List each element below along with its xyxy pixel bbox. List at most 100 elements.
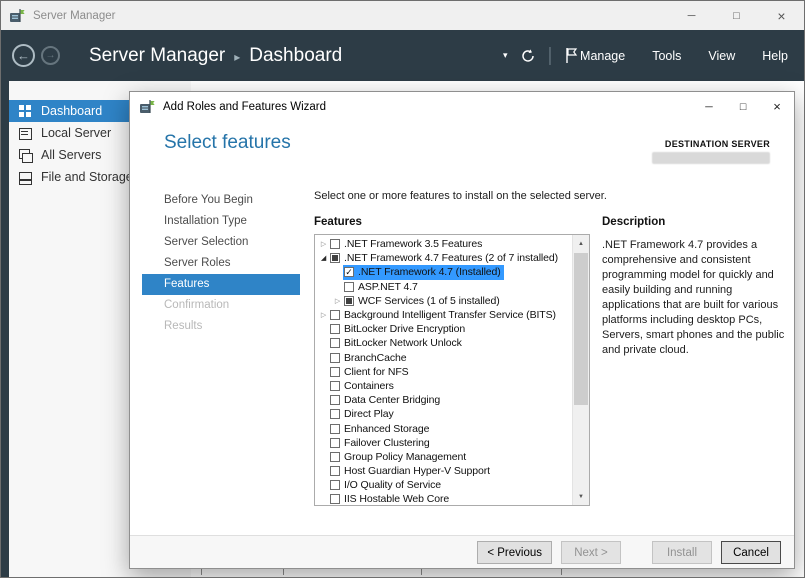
scrollbar-track[interactable]: ▲ ▼: [572, 235, 589, 505]
wizard-step-before-you-begin[interactable]: Before You Begin: [142, 190, 300, 211]
feature-row[interactable]: ▷WCF Services (1 of 5 installed): [315, 294, 572, 308]
feature-row[interactable]: ◢ .NET Framework 4.7 Features (2 of 7 ins…: [315, 251, 572, 265]
feature-checkbox[interactable]: ✓: [344, 267, 354, 277]
window-titlebar: Server Manager ─ □ ×: [1, 1, 804, 30]
feature-checkbox[interactable]: [330, 424, 340, 434]
tree-expander-icon[interactable]: ▷: [318, 240, 329, 248]
feature-checkbox[interactable]: [330, 494, 340, 504]
feature-row[interactable]: Failover Clustering: [315, 436, 572, 450]
feature-checkbox[interactable]: [330, 466, 340, 476]
back-icon: ←: [17, 48, 30, 63]
features-listbox[interactable]: ▷ .NET Framework 3.5 Features ◢ .NET Framew…: [314, 234, 590, 506]
feature-checkbox[interactable]: [330, 310, 340, 320]
feature-label: .NET Framework 3.5 Features: [344, 238, 482, 250]
feature-checkbox[interactable]: [330, 367, 340, 377]
feature-checkbox[interactable]: [330, 338, 340, 348]
feature-row[interactable]: Group Policy Management: [315, 450, 572, 464]
minimize-button[interactable]: ─: [669, 1, 714, 30]
scroll-up-button[interactable]: ▲: [573, 235, 589, 252]
wizard-step-features[interactable]: Features: [142, 274, 300, 295]
dialog-controls: ─ □ ×: [692, 92, 794, 121]
install-button[interactable]: Install: [652, 541, 712, 564]
feature-label: .NET Framework 4.7 (Installed): [358, 266, 501, 278]
scroll-down-icon: ▼: [578, 494, 584, 500]
menu-view[interactable]: View: [708, 49, 735, 63]
feature-row[interactable]: Host Guardian Hyper-V Support: [315, 464, 572, 478]
breadcrumb-current[interactable]: Dashboard: [249, 45, 342, 67]
back-button[interactable]: ←: [12, 44, 35, 67]
feature-row[interactable]: ✓ .NET Framework 4.7 (Installed): [315, 265, 572, 279]
feature-row[interactable]: Containers: [315, 379, 572, 393]
feature-row[interactable]: Direct Play: [315, 407, 572, 421]
server-manager-icon: [9, 8, 25, 24]
close-icon: ×: [773, 99, 781, 114]
wizard-step-server-selection[interactable]: Server Selection: [142, 232, 300, 253]
feature-checkbox[interactable]: [330, 438, 340, 448]
page-title: Select features: [164, 132, 291, 154]
minimize-icon: ─: [705, 101, 712, 113]
local-server-icon: [18, 126, 32, 140]
feature-label: Direct Play: [344, 408, 394, 420]
feature-row[interactable]: I/O Quality of Service: [315, 478, 572, 492]
destination-server-name-redacted: [652, 152, 770, 164]
feature-label: Client for NFS: [344, 366, 409, 378]
dialog-maximize-button[interactable]: □: [726, 92, 760, 121]
chevron-down-icon[interactable]: ▾: [503, 50, 508, 61]
flag-icon: [564, 47, 578, 64]
dialog-close-button[interactable]: ×: [760, 92, 794, 121]
feature-checkbox[interactable]: [330, 239, 340, 249]
navigation-bar: ← → Server Manager ▸ Dashboard ▾ |: [1, 30, 804, 81]
notifications-flag-button[interactable]: [564, 47, 578, 64]
maximize-icon: □: [733, 10, 740, 22]
next-button[interactable]: Next >: [561, 541, 621, 564]
menu-tools[interactable]: Tools: [652, 49, 681, 63]
instruction-text: Select one or more features to install o…: [314, 190, 607, 202]
breadcrumb: Server Manager ▸ Dashboard: [89, 30, 342, 81]
tree-expander-icon[interactable]: ▷: [318, 311, 329, 319]
feature-row[interactable]: BitLocker Drive Encryption: [315, 322, 572, 336]
scroll-down-button[interactable]: ▼: [573, 488, 589, 505]
sidebar-item-label: All Servers: [41, 148, 101, 162]
feature-label: BitLocker Drive Encryption: [344, 323, 465, 335]
feature-checkbox[interactable]: [330, 480, 340, 490]
forward-button[interactable]: →: [41, 46, 60, 65]
feature-row[interactable]: Enhanced Storage: [315, 421, 572, 435]
close-button[interactable]: ×: [759, 1, 804, 30]
previous-button[interactable]: < Previous: [477, 541, 552, 564]
breadcrumb-separator-icon: ▸: [234, 47, 240, 64]
dialog-minimize-button[interactable]: ─: [692, 92, 726, 121]
refresh-button[interactable]: [520, 48, 536, 64]
feature-row[interactable]: ASP.NET 4.7: [315, 280, 572, 294]
feature-checkbox[interactable]: [330, 381, 340, 391]
feature-row[interactable]: BranchCache: [315, 351, 572, 365]
feature-checkbox[interactable]: [344, 282, 354, 292]
breadcrumb-root[interactable]: Server Manager: [89, 45, 225, 67]
feature-checkbox[interactable]: [330, 353, 340, 363]
menu-manage[interactable]: Manage: [580, 49, 625, 63]
feature-row[interactable]: ▷ .NET Framework 3.5 Features: [315, 237, 572, 251]
feature-checkbox[interactable]: [330, 409, 340, 419]
feature-row[interactable]: ▷ Background Intelligent Transfer Service…: [315, 308, 572, 322]
feature-row[interactable]: IIS Hostable Web Core: [315, 492, 572, 505]
tree-expander-icon[interactable]: ▷: [332, 297, 343, 305]
tree-expander-icon[interactable]: ◢: [318, 254, 329, 262]
wizard-step-server-roles[interactable]: Server Roles: [142, 253, 300, 274]
feature-label: Background Intelligent Transfer Service …: [344, 309, 556, 321]
maximize-button[interactable]: □: [714, 1, 759, 30]
feature-checkbox[interactable]: [330, 395, 340, 405]
feature-row[interactable]: BitLocker Network Unlock: [315, 336, 572, 350]
feature-checkbox[interactable]: [330, 452, 340, 462]
wizard-step-installation-type[interactable]: Installation Type: [142, 211, 300, 232]
cancel-button[interactable]: Cancel: [721, 541, 781, 564]
feature-checkbox[interactable]: [330, 324, 340, 334]
feature-label: .NET Framework 4.7 Features (2 of 7 inst…: [344, 252, 558, 264]
sidebar-item-label: Dashboard: [41, 104, 102, 118]
feature-label: IIS Hostable Web Core: [344, 493, 449, 505]
menu-help[interactable]: Help: [762, 49, 788, 63]
feature-checkbox[interactable]: [330, 253, 340, 263]
scroll-thumb[interactable]: [574, 253, 588, 405]
feature-checkbox[interactable]: [344, 296, 354, 306]
feature-label: Host Guardian Hyper-V Support: [344, 465, 490, 477]
feature-row[interactable]: Data Center Bridging: [315, 393, 572, 407]
feature-row[interactable]: Client for NFS: [315, 365, 572, 379]
